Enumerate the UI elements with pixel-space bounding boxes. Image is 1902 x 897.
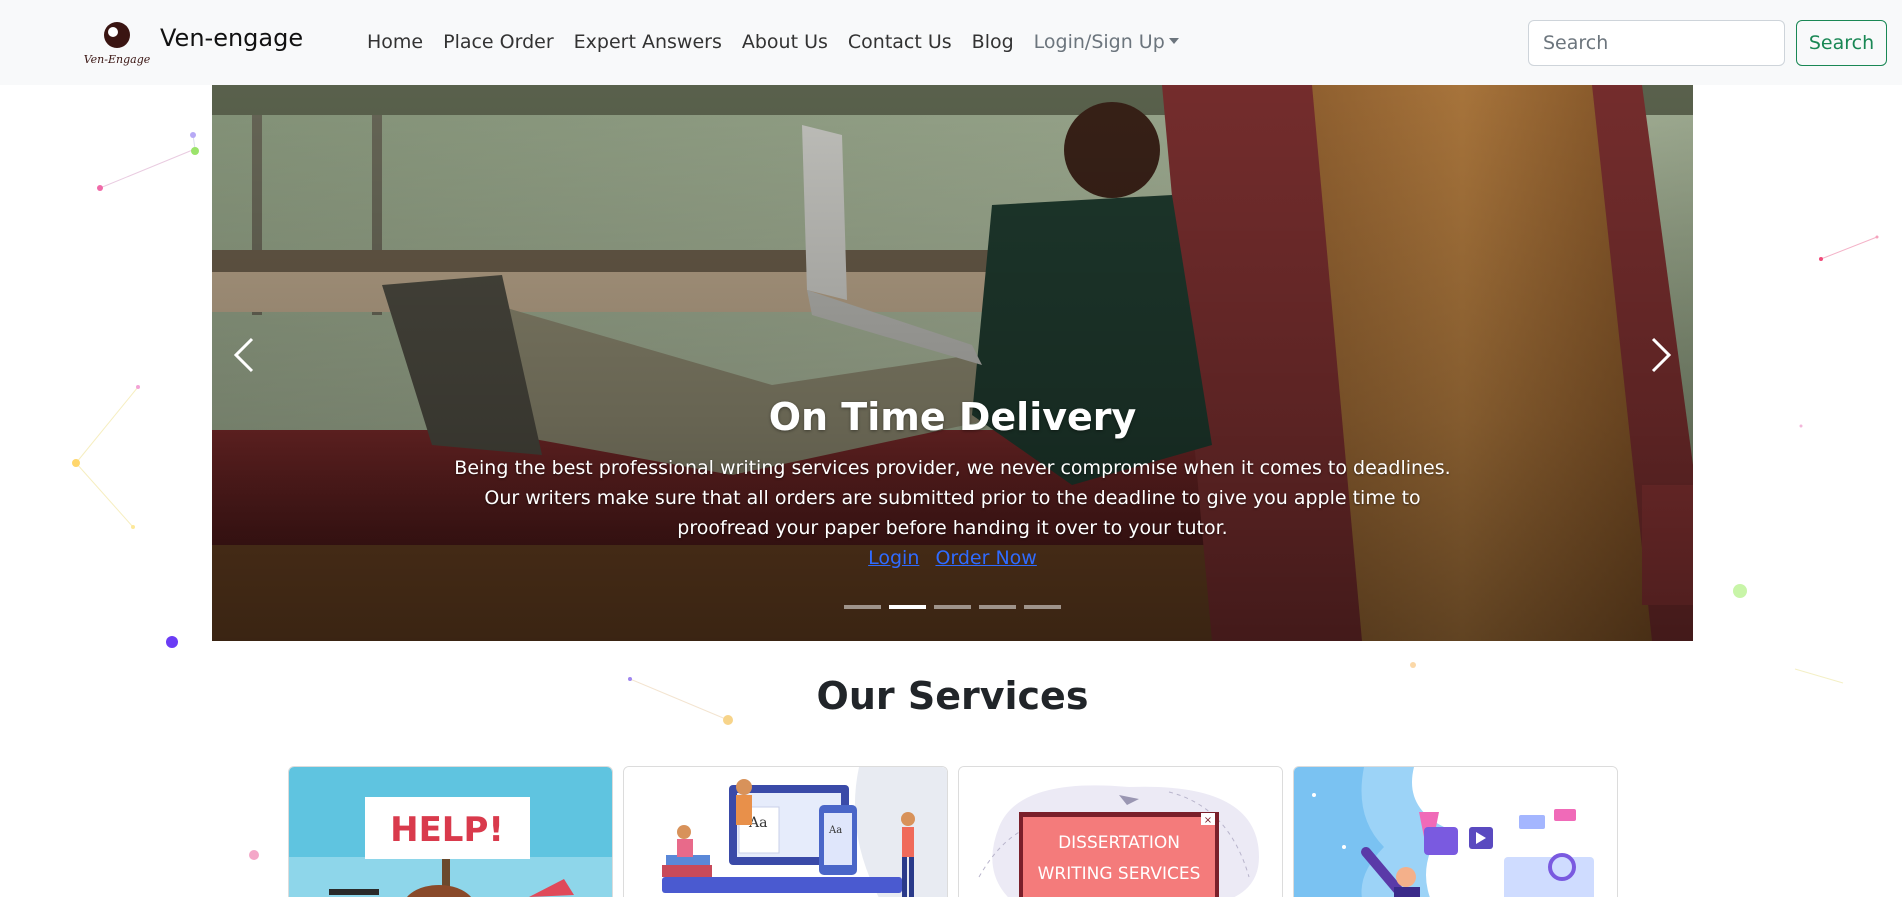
navbar: Ven-Engage Ven-engage Home Place Order E… bbox=[0, 0, 1902, 85]
caret-down-icon bbox=[1168, 37, 1179, 44]
carousel-indicator[interactable] bbox=[844, 605, 881, 609]
svg-text:Aa: Aa bbox=[828, 825, 842, 836]
svg-text:HELP!: HELP! bbox=[390, 810, 504, 850]
carousel-caption: On Time Delivery Being the best professi… bbox=[412, 395, 1493, 573]
carousel-indicator[interactable] bbox=[934, 605, 971, 609]
login-link[interactable]: Login bbox=[868, 547, 919, 569]
service-card-digital-writing[interactable] bbox=[1293, 766, 1618, 897]
carousel-indicator[interactable] bbox=[979, 605, 1016, 609]
search-input[interactable] bbox=[1528, 20, 1785, 66]
nav-link-home[interactable]: Home bbox=[367, 31, 423, 53]
online-learning-illustration: Aa Aa bbox=[624, 767, 947, 897]
service-card-help[interactable]: HELP! bbox=[288, 766, 613, 897]
nav-link-place-order[interactable]: Place Order bbox=[443, 31, 554, 53]
carousel-prev-icon[interactable] bbox=[224, 325, 264, 385]
order-now-link[interactable]: Order Now bbox=[935, 547, 1036, 569]
svg-text:WRITING SERVICES: WRITING SERVICES bbox=[1038, 864, 1201, 884]
svg-text:Ven-Engage: Ven-Engage bbox=[84, 53, 151, 66]
login-signup-dropdown[interactable]: Login/Sign Up bbox=[1034, 31, 1179, 53]
nav-link-contact-us[interactable]: Contact Us bbox=[848, 31, 952, 53]
nav-links: Home Place Order Expert Answers About Us… bbox=[367, 31, 1199, 53]
digital-writing-illustration bbox=[1294, 767, 1617, 897]
carousel-next-icon[interactable] bbox=[1641, 325, 1681, 385]
help-illustration: HELP! bbox=[289, 767, 612, 897]
svg-text:×: × bbox=[1204, 815, 1212, 826]
login-signup-label: Login/Sign Up bbox=[1033, 31, 1165, 53]
svg-text:DISSERTATION: DISSERTATION bbox=[1058, 833, 1180, 853]
nav-link-blog[interactable]: Blog bbox=[972, 31, 1014, 53]
carousel-links: Login Order Now bbox=[412, 543, 1493, 573]
nav-link-about-us[interactable]: About Us bbox=[742, 31, 828, 53]
service-card-online-learning[interactable]: Aa Aa bbox=[623, 766, 948, 897]
carousel-indicator-active[interactable] bbox=[889, 605, 926, 609]
service-card-dissertation[interactable]: × DISSERTATION WRITING SERVICES bbox=[958, 766, 1283, 897]
hero-carousel: On Time Delivery Being the best professi… bbox=[212, 85, 1693, 641]
brand-name[interactable]: Ven-engage bbox=[160, 24, 303, 52]
carousel-indicators bbox=[844, 605, 1061, 609]
dissertation-illustration: × DISSERTATION WRITING SERVICES bbox=[959, 767, 1282, 897]
services-title: Our Services bbox=[816, 674, 1089, 718]
nav-link-expert-answers[interactable]: Expert Answers bbox=[574, 31, 722, 53]
search-button[interactable]: Search bbox=[1796, 20, 1887, 66]
carousel-title: On Time Delivery bbox=[768, 395, 1137, 439]
brand-logo[interactable]: Ven-Engage bbox=[82, 18, 152, 68]
carousel-text: Being the best professional writing serv… bbox=[454, 457, 1451, 539]
carousel-indicator[interactable] bbox=[1024, 605, 1061, 609]
